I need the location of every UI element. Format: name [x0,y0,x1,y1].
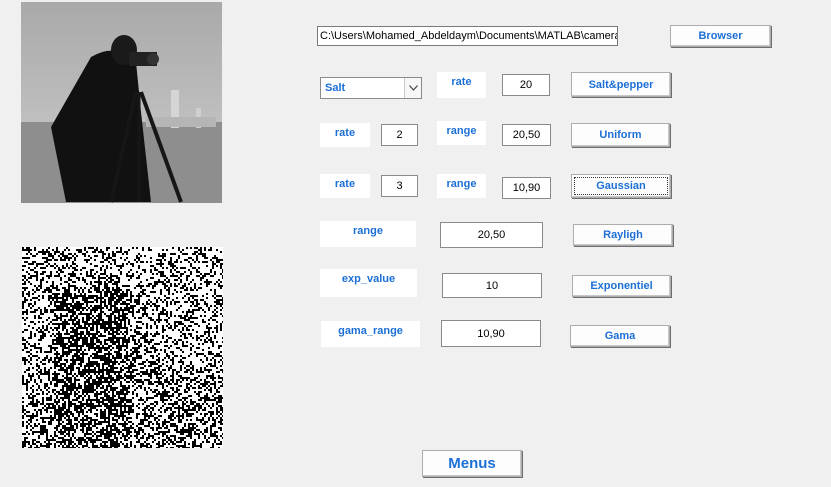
gama-range-field[interactable]: 10,90 [441,320,541,347]
salt-pepper-type-select[interactable]: Salt [320,77,422,99]
exp-value-field[interactable]: 10 [442,273,542,298]
salt-pepper-rate-label: rate [437,72,486,98]
gaussian-button[interactable]: Gaussian [571,174,671,198]
uniform-button[interactable]: Uniform [571,123,670,147]
rayligh-range-field[interactable]: 20,50 [440,222,543,248]
exp-value-label: exp_value [320,269,417,297]
gama-range-label: gama_range [321,321,420,347]
noisy-image [22,247,223,448]
uniform-rate-label: rate [320,123,370,147]
uniform-rate-field[interactable]: 2 [381,124,418,146]
rayligh-range-label: range [320,221,416,247]
salt-pepper-type-value: Salt [325,82,346,94]
chevron-down-icon[interactable] [404,78,421,98]
uniform-range-field[interactable]: 20,50 [502,124,551,146]
gaussian-range-label: range [437,174,486,198]
file-path-field[interactable]: C:\Users\Mohamed_Abdeldaym\Documents\MAT… [317,26,618,46]
gaussian-rate-field[interactable]: 3 [381,175,418,197]
uniform-range-label: range [437,121,486,145]
menus-button[interactable]: Menus [422,450,522,477]
gaussian-range-field[interactable]: 10,90 [502,177,551,199]
gama-button[interactable]: Gama [570,325,670,347]
salt-pepper-button[interactable]: Salt&pepper [571,72,671,97]
browser-button[interactable]: Browser [670,25,771,47]
gaussian-rate-label: rate [320,174,370,198]
exponentiel-button[interactable]: Exponentiel [572,275,671,297]
salt-pepper-rate-field[interactable]: 20 [502,74,550,96]
rayligh-button[interactable]: Rayligh [573,224,673,246]
original-image [21,2,222,203]
